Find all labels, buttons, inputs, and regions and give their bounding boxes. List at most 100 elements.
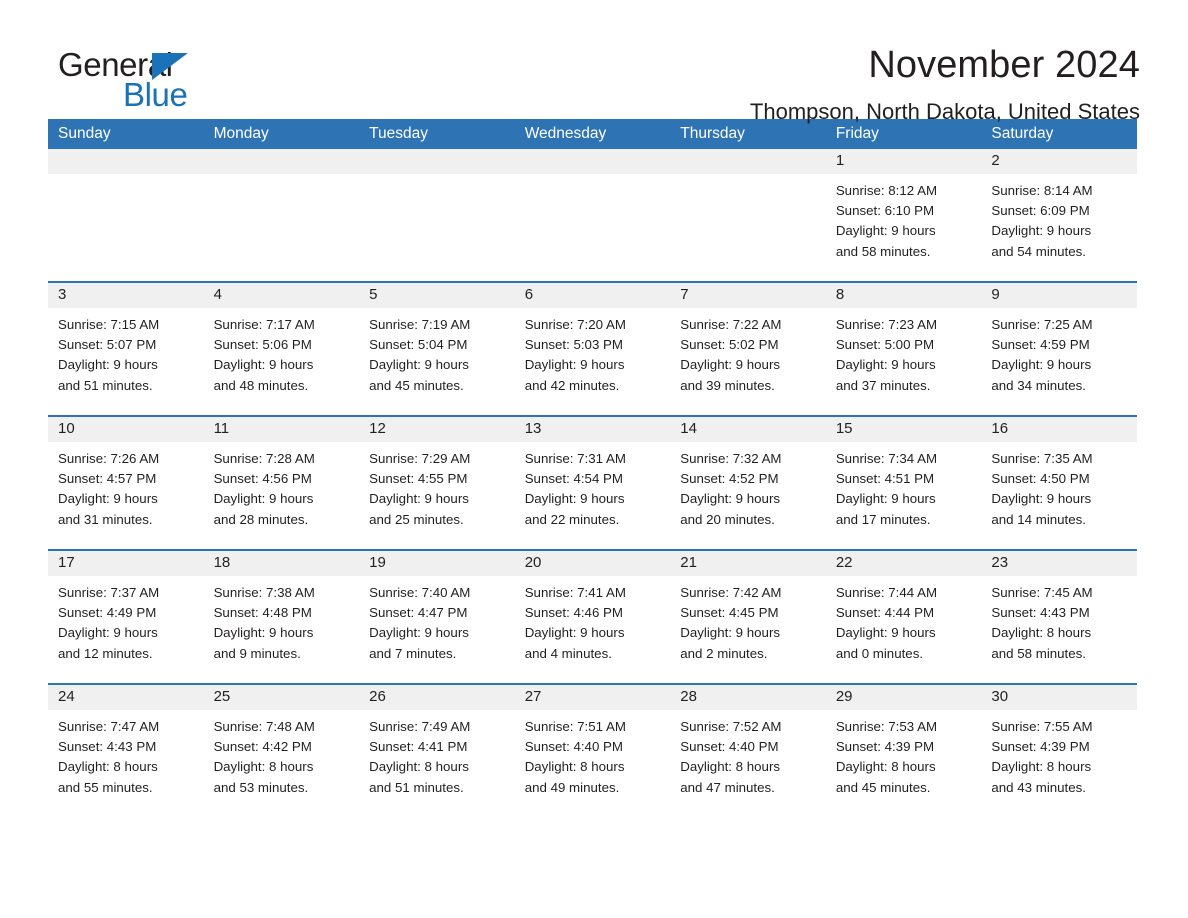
calendar-day-cell[interactable]: 13 Sunrise: 7:31 AM Sunset: 4:54 PM Dayligh… xyxy=(514,415,671,551)
day-cell-inner xyxy=(670,149,826,281)
sunrise-text: Sunrise: 7:35 AM xyxy=(991,451,1093,467)
day-number xyxy=(203,149,360,175)
calendar-day-cell[interactable]: 30 Sunrise: 7:55 AM Sunset: 4:39 PM Dayligh… xyxy=(981,683,1137,818)
sunset-text: Sunset: 5:04 PM xyxy=(369,337,468,353)
calendar-week-row: 10 Sunrise: 7:26 AM Sunset: 4:57 PM Dayligh… xyxy=(48,415,1137,551)
day-cell-inner: 7 Sunrise: 7:22 AM Sunset: 5:02 PM Daylight… xyxy=(670,283,826,415)
calendar-day-cell[interactable]: 14 Sunrise: 7:32 AM Sunset: 4:52 PM Dayligh… xyxy=(670,415,826,551)
calendar-day-cell[interactable]: 22 Sunrise: 7:44 AM Sunset: 4:44 PM Dayligh… xyxy=(825,549,982,685)
day-number: 5 xyxy=(359,283,515,309)
calendar-day-cell[interactable]: 26 Sunrise: 7:49 AM Sunset: 4:41 PM Dayligh… xyxy=(359,683,515,818)
sunrise-text: Sunrise: 7:49 AM xyxy=(369,719,471,735)
calendar-day-cell[interactable]: 7 Sunrise: 7:22 AM Sunset: 5:02 PM Daylight… xyxy=(670,281,826,417)
calendar-day-cell[interactable]: 23 Sunrise: 7:45 AM Sunset: 4:43 PM Dayligh… xyxy=(981,549,1137,685)
calendar-day-cell[interactable]: 5 Sunrise: 7:19 AM Sunset: 5:04 PM Daylight… xyxy=(359,281,515,417)
daylight-text-line2: and 58 minutes. xyxy=(991,645,1086,661)
daylight-text-line1: Daylight: 9 hours xyxy=(991,357,1092,373)
sunrise-text: Sunrise: 7:52 AM xyxy=(680,719,782,735)
daylight-text-line1: Daylight: 9 hours xyxy=(369,357,469,373)
calendar-day-cell[interactable]: 18 Sunrise: 7:38 AM Sunset: 4:48 PM Dayligh… xyxy=(203,549,360,685)
sunset-text: Sunset: 4:55 PM xyxy=(369,471,468,487)
calendar-day-cell[interactable]: 12 Sunrise: 7:29 AM Sunset: 4:55 PM Dayligh… xyxy=(359,415,515,551)
day-details: Sunrise: 7:52 AM Sunset: 4:40 PM Daylight:… xyxy=(670,710,826,798)
daylight-text-line1: Daylight: 9 hours xyxy=(369,491,469,507)
daylight-text-line2: and 22 minutes. xyxy=(524,511,620,527)
calendar-day-cell[interactable]: 21 Sunrise: 7:42 AM Sunset: 4:45 PM Dayligh… xyxy=(670,549,826,685)
day-number: 29 xyxy=(825,685,982,711)
daylight-text-line2: and 17 minutes. xyxy=(835,511,931,527)
calendar-day-cell[interactable]: 29 Sunrise: 7:53 AM Sunset: 4:39 PM Dayligh… xyxy=(825,683,982,818)
calendar-day-cell[interactable]: 24 Sunrise: 7:47 AM Sunset: 4:43 PM Dayligh… xyxy=(48,683,204,818)
page-header: General Blue November 2024 Thompson, Nor… xyxy=(48,0,1140,123)
day-details: Sunrise: 7:49 AM Sunset: 4:41 PM Daylight:… xyxy=(359,710,515,798)
day-cell-inner: 21 Sunrise: 7:42 AM Sunset: 4:45 PM Dayligh… xyxy=(670,551,826,683)
day-cell-inner: 18 Sunrise: 7:38 AM Sunset: 4:48 PM Dayligh… xyxy=(203,551,360,683)
day-details: Sunrise: 7:17 AM Sunset: 5:06 PM Daylight:… xyxy=(204,308,360,396)
calendar-day-cell[interactable]: 25 Sunrise: 7:48 AM Sunset: 4:42 PM Dayligh… xyxy=(203,683,360,818)
sunset-text: Sunset: 4:41 PM xyxy=(369,739,468,755)
sunset-text: Sunset: 4:39 PM xyxy=(835,739,935,755)
day-cell-inner: 6 Sunrise: 7:20 AM Sunset: 5:03 PM Daylight… xyxy=(514,283,671,415)
calendar-day-cell[interactable]: 27 Sunrise: 7:51 AM Sunset: 4:40 PM Dayligh… xyxy=(514,683,671,818)
daylight-text-line1: Daylight: 8 hours xyxy=(213,759,314,775)
daylight-text-line2: and 7 minutes. xyxy=(369,645,457,661)
daylight-text-line2: and 9 minutes. xyxy=(213,645,301,661)
generalblue-logo[interactable]: General Blue xyxy=(48,46,248,118)
day-number: 3 xyxy=(48,283,204,309)
day-details: Sunrise: 7:45 AM Sunset: 4:43 PM Daylight:… xyxy=(981,576,1137,664)
day-details: Sunrise: 7:55 AM Sunset: 4:39 PM Daylight:… xyxy=(981,710,1137,798)
sunrise-text: Sunrise: 7:28 AM xyxy=(213,451,315,467)
day-cell-inner: 9 Sunrise: 7:25 AM Sunset: 4:59 PM Daylight… xyxy=(981,283,1137,415)
day-number: 11 xyxy=(203,417,360,443)
calendar-day-cell[interactable]: 28 Sunrise: 7:52 AM Sunset: 4:40 PM Dayligh… xyxy=(670,683,826,818)
calendar-day-cell[interactable]: 2 Sunrise: 8:14 AM Sunset: 6:09 PM Daylight… xyxy=(981,149,1137,283)
calendar-day-cell[interactable]: 1 Sunrise: 8:12 AM Sunset: 6:10 PM Daylight… xyxy=(825,149,982,283)
page-subtitle: Thompson, North Dakota, United States xyxy=(749,98,1140,124)
day-number: 6 xyxy=(514,283,671,309)
sunset-text: Sunset: 5:07 PM xyxy=(58,337,157,353)
calendar-day-cell[interactable]: 11 Sunrise: 7:28 AM Sunset: 4:56 PM Dayligh… xyxy=(203,415,360,551)
sunset-text: Sunset: 4:59 PM xyxy=(991,337,1090,353)
daylight-text-line2: and 53 minutes. xyxy=(213,779,309,795)
sunrise-text: Sunrise: 7:38 AM xyxy=(213,585,315,601)
day-number: 7 xyxy=(670,283,826,309)
day-number: 20 xyxy=(514,551,671,577)
calendar-day-cell[interactable]: 17 Sunrise: 7:37 AM Sunset: 4:49 PM Dayligh… xyxy=(48,549,204,685)
calendar-day-cell[interactable]: 6 Sunrise: 7:20 AM Sunset: 5:03 PM Daylight… xyxy=(514,281,671,417)
daylight-text-line1: Daylight: 9 hours xyxy=(524,357,625,373)
daylight-text-line2: and 34 minutes. xyxy=(991,377,1086,393)
day-number: 8 xyxy=(825,283,982,309)
daylight-text-line1: Daylight: 9 hours xyxy=(58,491,158,507)
daylight-text-line2: and 0 minutes. xyxy=(835,645,924,661)
day-details: Sunrise: 7:35 AM Sunset: 4:50 PM Daylight:… xyxy=(981,442,1137,530)
calendar-day-cell[interactable]: 9 Sunrise: 7:25 AM Sunset: 4:59 PM Daylight… xyxy=(981,281,1137,417)
daylight-text-line1: Daylight: 9 hours xyxy=(213,625,314,641)
calendar-day-cell-empty xyxy=(514,149,671,283)
day-cell-inner: 19 Sunrise: 7:40 AM Sunset: 4:47 PM Dayligh… xyxy=(359,551,515,683)
calendar-day-cell[interactable]: 15 Sunrise: 7:34 AM Sunset: 4:51 PM Dayligh… xyxy=(825,415,982,551)
day-cell-inner: 30 Sunrise: 7:55 AM Sunset: 4:39 PM Dayligh… xyxy=(981,685,1137,817)
daylight-text-line1: Daylight: 9 hours xyxy=(680,357,781,373)
day-cell-inner: 16 Sunrise: 7:35 AM Sunset: 4:50 PM Dayligh… xyxy=(981,417,1137,549)
sunrise-text: Sunrise: 7:23 AM xyxy=(835,317,938,333)
daylight-text-line1: Daylight: 9 hours xyxy=(835,223,936,239)
calendar-day-cell[interactable]: 16 Sunrise: 7:35 AM Sunset: 4:50 PM Dayligh… xyxy=(981,415,1137,551)
day-number: 30 xyxy=(981,685,1137,711)
calendar-body: 1 Sunrise: 8:12 AM Sunset: 6:10 PM Daylight… xyxy=(48,149,1137,818)
day-details: Sunrise: 7:41 AM Sunset: 4:46 PM Daylight:… xyxy=(515,576,671,664)
calendar-day-cell[interactable]: 3 Sunrise: 7:15 AM Sunset: 5:07 PM Daylight… xyxy=(48,281,204,417)
calendar-day-cell[interactable]: 4 Sunrise: 7:17 AM Sunset: 5:06 PM Daylight… xyxy=(203,281,360,417)
daylight-text-line2: and 12 minutes. xyxy=(58,645,153,661)
sunset-text: Sunset: 4:40 PM xyxy=(524,739,623,755)
calendar-day-cell[interactable]: 10 Sunrise: 7:26 AM Sunset: 4:57 PM Dayligh… xyxy=(48,415,204,551)
day-details: Sunrise: 7:15 AM Sunset: 5:07 PM Daylight:… xyxy=(48,308,204,396)
calendar-day-cell[interactable]: 19 Sunrise: 7:40 AM Sunset: 4:47 PM Dayligh… xyxy=(359,549,515,685)
calendar-day-cell[interactable]: 20 Sunrise: 7:41 AM Sunset: 4:46 PM Dayligh… xyxy=(514,549,671,685)
sunrise-text: Sunrise: 7:32 AM xyxy=(680,451,782,467)
sunset-text: Sunset: 5:03 PM xyxy=(524,337,623,353)
day-cell-inner: 25 Sunrise: 7:48 AM Sunset: 4:42 PM Dayligh… xyxy=(203,685,360,817)
day-number: 21 xyxy=(670,551,826,577)
day-details: Sunrise: 7:28 AM Sunset: 4:56 PM Daylight:… xyxy=(204,442,360,530)
day-number: 27 xyxy=(514,685,671,711)
calendar-day-cell[interactable]: 8 Sunrise: 7:23 AM Sunset: 5:00 PM Daylight… xyxy=(825,281,982,417)
